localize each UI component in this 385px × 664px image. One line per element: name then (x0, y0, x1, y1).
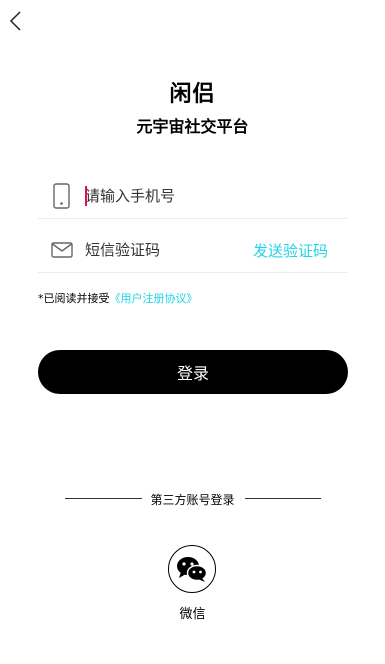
app-title: 闲侣 (169, 82, 216, 107)
agreement-prefix: *已阅读并接受 (38, 292, 110, 305)
divider-line-right (245, 498, 321, 499)
app-subtitle: 元宇宙社交平台 (136, 117, 249, 136)
envelope-icon (50, 237, 74, 263)
third-party-divider: 第三方账号登录 (0, 489, 385, 509)
agreement-link[interactable]: 《用户注册协议》 (110, 290, 198, 306)
back-button[interactable] (6, 10, 26, 32)
phone-icon (50, 183, 74, 209)
text-caret (85, 186, 87, 206)
phone-input[interactable] (85, 183, 285, 209)
phone-field-row (38, 174, 348, 219)
wechat-login-button[interactable] (168, 545, 216, 593)
chevron-left-icon (9, 11, 21, 31)
wechat-label: 微信 (179, 607, 206, 622)
wechat-icon (177, 557, 208, 582)
send-code-button[interactable]: 发送验证码 (253, 240, 328, 261)
agreement-notice: *已阅读并接受 《用户注册协议》 (38, 290, 198, 306)
login-button[interactable]: 登录 (38, 350, 348, 394)
code-field-row: 发送验证码 (38, 228, 348, 273)
third-party-label: 第三方账号登录 (150, 493, 235, 507)
